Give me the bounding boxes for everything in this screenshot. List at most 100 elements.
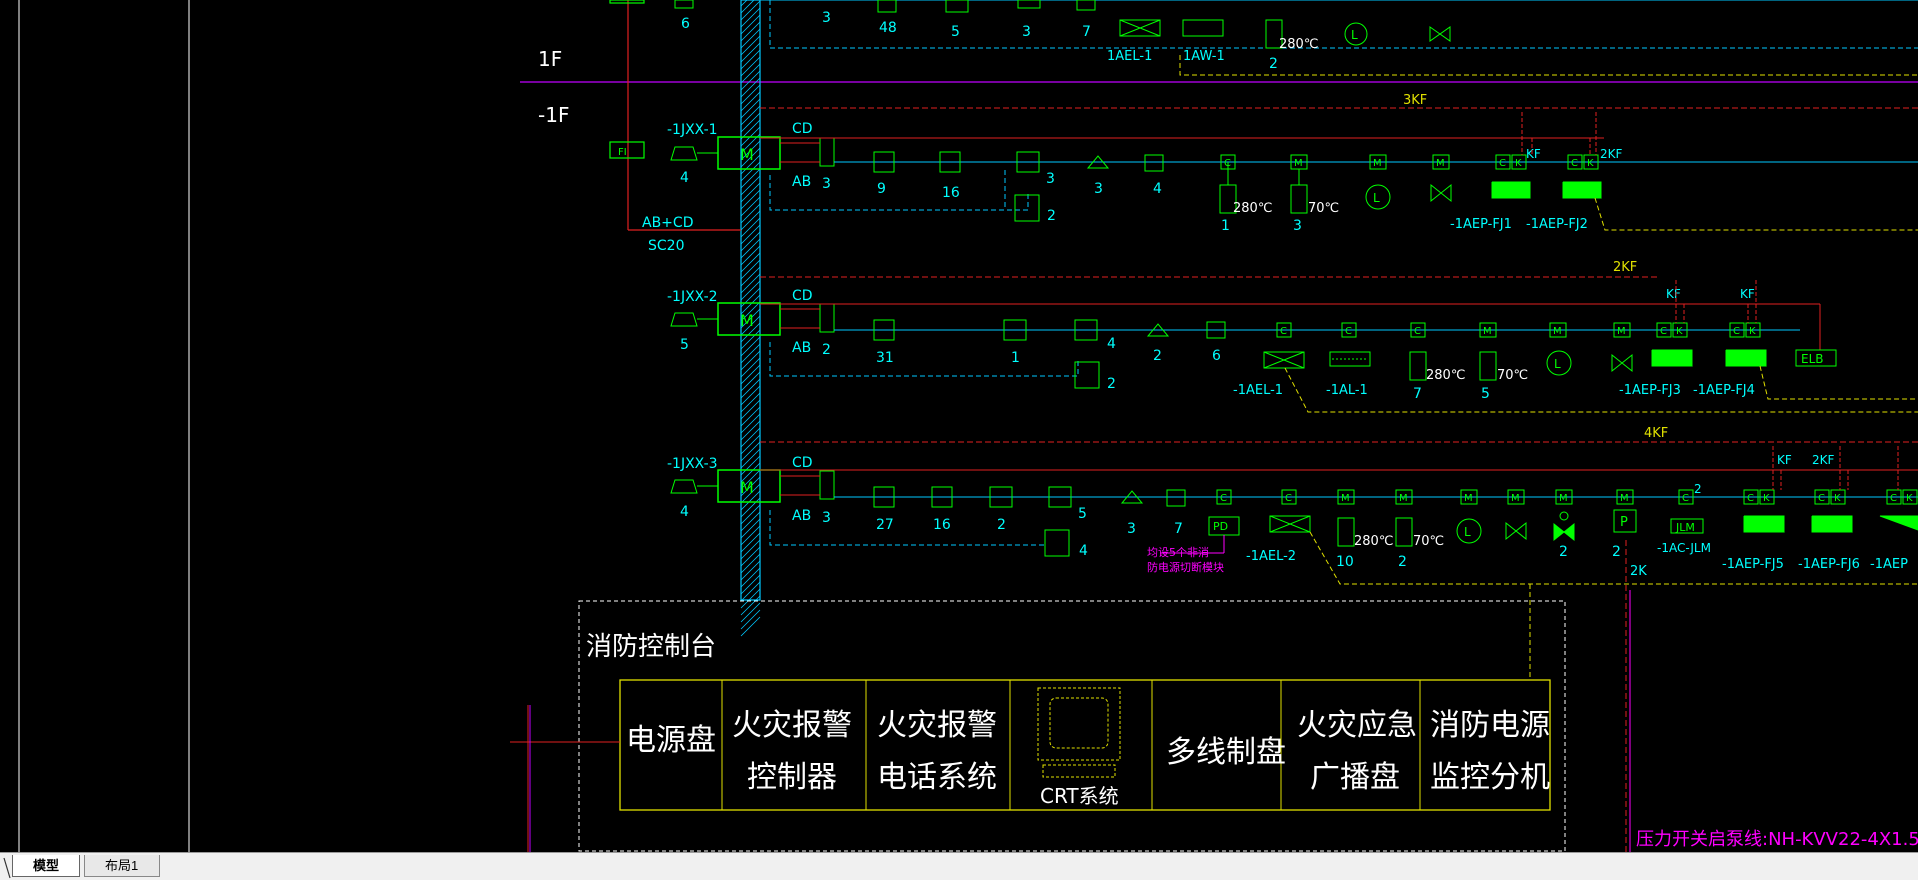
phone-icon: [1014, 194, 1040, 222]
svg-text:M: M: [740, 311, 754, 330]
svg-text:L: L: [1464, 525, 1471, 539]
svg-text:C: C: [1890, 493, 1897, 504]
svg-text:防电源切断模块: 防电源切断模块: [1147, 560, 1224, 574]
tab-model[interactable]: 模型: [12, 855, 80, 877]
svg-text:M: M: [1617, 326, 1626, 337]
svg-text:7: 7: [1174, 521, 1183, 537]
horn-icon: [670, 312, 698, 327]
speaker-icon: [1144, 154, 1164, 172]
svg-text:M: M: [1436, 158, 1445, 169]
svg-text:K: K: [1676, 326, 1683, 337]
svg-text:C: C: [1345, 326, 1352, 337]
svg-text:-1JXX-2: -1JXX-2: [667, 289, 718, 305]
cad-drawing-canvas[interactable]: 1F -1F FI AB+CD SC20 L 6 3 48 5 3 7 2 1A…: [0, 0, 1918, 852]
fan-motor-icon: [1811, 515, 1853, 533]
svg-text:4KF: 4KF: [1644, 426, 1668, 441]
module-1jxx-3: -1JXX-3 4 M CD AB 3 4KF 27 16 2 5 4 3 7 …: [667, 426, 1918, 852]
top-count-6: 7: [1082, 24, 1091, 40]
fire-damper-70-icon: [1395, 517, 1413, 547]
top-meter-box: [609, 0, 645, 4]
svg-text:监控分机: 监控分机: [1430, 760, 1550, 795]
top-yellow-dash: [1179, 55, 1918, 76]
horn-icon: [670, 146, 698, 161]
svg-text:K: K: [1906, 493, 1913, 504]
module-name: -1JXX-1: [667, 122, 718, 138]
svg-text:2KF: 2KF: [1613, 260, 1637, 275]
svg-text:2: 2: [1694, 482, 1702, 496]
svg-text:4: 4: [680, 170, 689, 186]
fan-motor-icon: [1879, 515, 1918, 531]
console-power-panel: 电源盘: [626, 723, 716, 758]
svg-text:280℃: 280℃: [1426, 368, 1465, 383]
svg-text:3: 3: [1293, 218, 1302, 234]
svg-text:M: M: [740, 145, 754, 164]
svg-text:1: 1: [1221, 218, 1230, 234]
svg-text:31: 31: [876, 350, 894, 366]
svg-text:2: 2: [997, 517, 1006, 533]
svg-text:-1AEP-FJ2: -1AEP-FJ2: [1526, 217, 1588, 232]
svg-text:KF: KF: [1777, 453, 1792, 467]
fan-motor-icon: [1725, 349, 1767, 367]
top-device-aw: 1AW-1: [1183, 49, 1225, 64]
svg-text:-1AEL-1: -1AEL-1: [1233, 383, 1283, 398]
speaker-icon: [1166, 489, 1186, 507]
phone-icon: [1074, 361, 1100, 389]
tab-layout1[interactable]: 布局1: [84, 855, 160, 877]
svg-text:KF: KF: [1526, 147, 1541, 161]
svg-text:4: 4: [1079, 543, 1088, 559]
svg-text:4: 4: [1107, 336, 1116, 352]
svg-text:2: 2: [1398, 554, 1407, 570]
svg-text:M: M: [1373, 158, 1382, 169]
layout-tab-bar: 模型 布局1: [0, 852, 1918, 880]
svg-text:27: 27: [876, 517, 894, 533]
top-temp: 280℃: [1279, 37, 1318, 52]
svg-text:多线制盘: 多线制盘: [1166, 735, 1286, 770]
svg-text:M: M: [1553, 326, 1562, 337]
svg-text:C: C: [1660, 326, 1667, 337]
top-count-2: 3: [822, 10, 831, 26]
svg-text:16: 16: [942, 185, 960, 201]
fan-motor-icon: [1651, 349, 1693, 367]
svg-text:ELB: ELB: [1801, 352, 1824, 366]
svg-text:AB: AB: [792, 508, 811, 524]
svg-text:C: C: [1733, 326, 1740, 337]
svg-text:2KF: 2KF: [1812, 453, 1835, 467]
svg-text:9: 9: [877, 181, 886, 197]
valve-icon: [1430, 183, 1452, 203]
svg-text:2: 2: [822, 342, 831, 358]
svg-text:7: 7: [1413, 386, 1422, 402]
svg-text:K: K: [1763, 493, 1770, 504]
svg-text:PD: PD: [1213, 520, 1228, 533]
svg-text:M: M: [1399, 493, 1408, 504]
fi-label: FI: [618, 147, 627, 158]
svg-text:-1AEP-FJ5: -1AEP-FJ5: [1722, 557, 1784, 572]
svg-text:-1AEP-FJ1: -1AEP-FJ1: [1450, 217, 1512, 232]
svg-text:L: L: [1373, 191, 1380, 205]
svg-text:4: 4: [680, 504, 689, 520]
svg-text:-1JXX-3: -1JXX-3: [667, 456, 718, 472]
fire-damper-70-icon: [1290, 184, 1308, 214]
svg-text:M: M: [1511, 493, 1520, 504]
fire-control-console: 消防控制台 电源盘 火灾报警 控制器 火灾报警 电话系统 CRT系统 多线制盘 …: [510, 584, 1566, 852]
riser-shaft: [740, 0, 761, 601]
top-device-ael: 1AEL-1: [1107, 49, 1152, 64]
svg-text:2: 2: [1559, 544, 1568, 560]
svg-text:-1AEP: -1AEP: [1870, 557, 1908, 572]
svg-text:广播盘: 广播盘: [1310, 760, 1400, 795]
svg-text:-1AEL-2: -1AEL-2: [1246, 549, 1296, 564]
svg-text:AB: AB: [792, 340, 811, 356]
svg-text:消防电源: 消防电源: [1430, 708, 1550, 743]
svg-text:3KF: 3KF: [1403, 93, 1427, 108]
svg-text:70℃: 70℃: [1497, 368, 1528, 383]
svg-text:3: 3: [1094, 181, 1103, 197]
svg-text:M: M: [1464, 493, 1473, 504]
module-1jxx-1: -1JXX-1 4 M CD AB 3 3KF 9 16 3 2 3 4 C 2…: [667, 93, 1918, 234]
svg-text:3: 3: [1127, 521, 1136, 537]
svg-text:C: C: [1571, 158, 1578, 169]
svg-text:C: C: [1414, 326, 1421, 337]
svg-text:2: 2: [1153, 348, 1162, 364]
svg-text:5: 5: [1481, 386, 1490, 402]
svg-text:L: L: [1351, 28, 1358, 42]
svg-text:3: 3: [822, 176, 831, 192]
horn-icon: [670, 479, 698, 494]
